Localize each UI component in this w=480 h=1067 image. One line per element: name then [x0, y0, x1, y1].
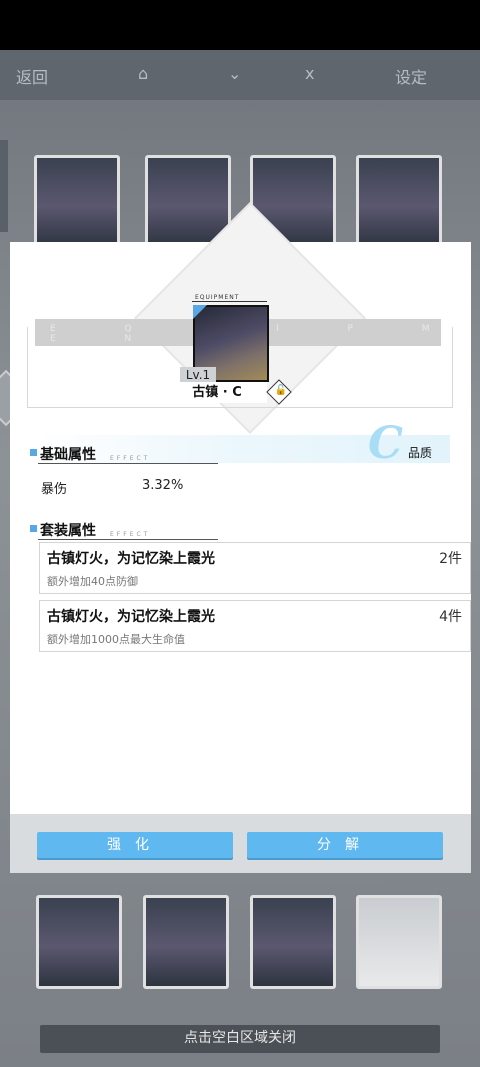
- lock-icon: 🔓: [274, 384, 288, 396]
- background-card: [34, 155, 120, 249]
- attribute-name: 暴伤: [41, 482, 68, 497]
- equipment-label: EQUIPMENT: [195, 294, 240, 301]
- set-attributes-subtitle: EFFECT: [110, 531, 151, 538]
- set-bonus-card: 古镇灯火，为记忆染上霞光 4件 额外增加1000点最大生命值: [39, 600, 471, 652]
- background-nav: 返回 ⌂ ⌄ ⅹ 设定: [0, 50, 480, 100]
- home-icon: ⌂: [138, 64, 149, 83]
- background-card: [143, 895, 229, 989]
- equipment-name: 古镇 · C: [167, 382, 267, 403]
- status-bar: [0, 0, 480, 50]
- attribute-value: 3.32%: [142, 478, 184, 493]
- set-bonus-count: 4件: [439, 609, 462, 625]
- basic-attributes-subtitle: EFFECT: [110, 455, 151, 462]
- set-bonus-desc: 额外增加40点防御: [47, 575, 138, 588]
- basic-attributes-title: 基础属性: [40, 447, 96, 463]
- set-bonus-card: 古镇灯火，为记忆染上霞光 2件 额外增加40点防御: [39, 542, 471, 594]
- section-underline: [38, 463, 218, 464]
- back-label: 返回: [16, 68, 49, 87]
- enhance-button[interactable]: 强化: [37, 832, 233, 858]
- tool-icon: ⅹ: [305, 64, 315, 83]
- background-card: [36, 895, 122, 989]
- settings-label: 设定: [395, 68, 428, 87]
- modal-footer: 强化 分解: [10, 814, 471, 873]
- set-bonus-title: 古镇灯火，为记忆染上霞光: [47, 551, 215, 567]
- rarity-corner: [193, 305, 207, 319]
- close-hint[interactable]: 点击空白区域关闭: [0, 1027, 480, 1047]
- section-marker: [30, 525, 37, 532]
- level-badge: Lv.1: [180, 367, 216, 383]
- quality-label: 品质: [408, 446, 433, 460]
- decompose-button[interactable]: 分解: [247, 832, 443, 858]
- equipment-detail-modal: E Q U I P M E N T EQUIPMENT Lv.1 古镇 · C …: [10, 202, 471, 873]
- set-attributes-title: 套装属性: [40, 523, 96, 539]
- quality-grade: C: [368, 418, 404, 469]
- section-underline: [38, 539, 218, 540]
- section-marker: [30, 449, 37, 456]
- background-side-strip: [0, 140, 8, 232]
- set-bonus-count: 2件: [439, 551, 462, 567]
- equipment-label-line: [192, 301, 267, 302]
- background-card: [356, 155, 442, 249]
- set-bonus-desc: 额外增加1000点最大生命值: [47, 633, 185, 646]
- background-card: [250, 895, 336, 989]
- chevron-down-icon: ⌄: [228, 64, 242, 83]
- background-card: [356, 895, 442, 989]
- set-bonus-title: 古镇灯火，为记忆染上霞光: [47, 609, 215, 625]
